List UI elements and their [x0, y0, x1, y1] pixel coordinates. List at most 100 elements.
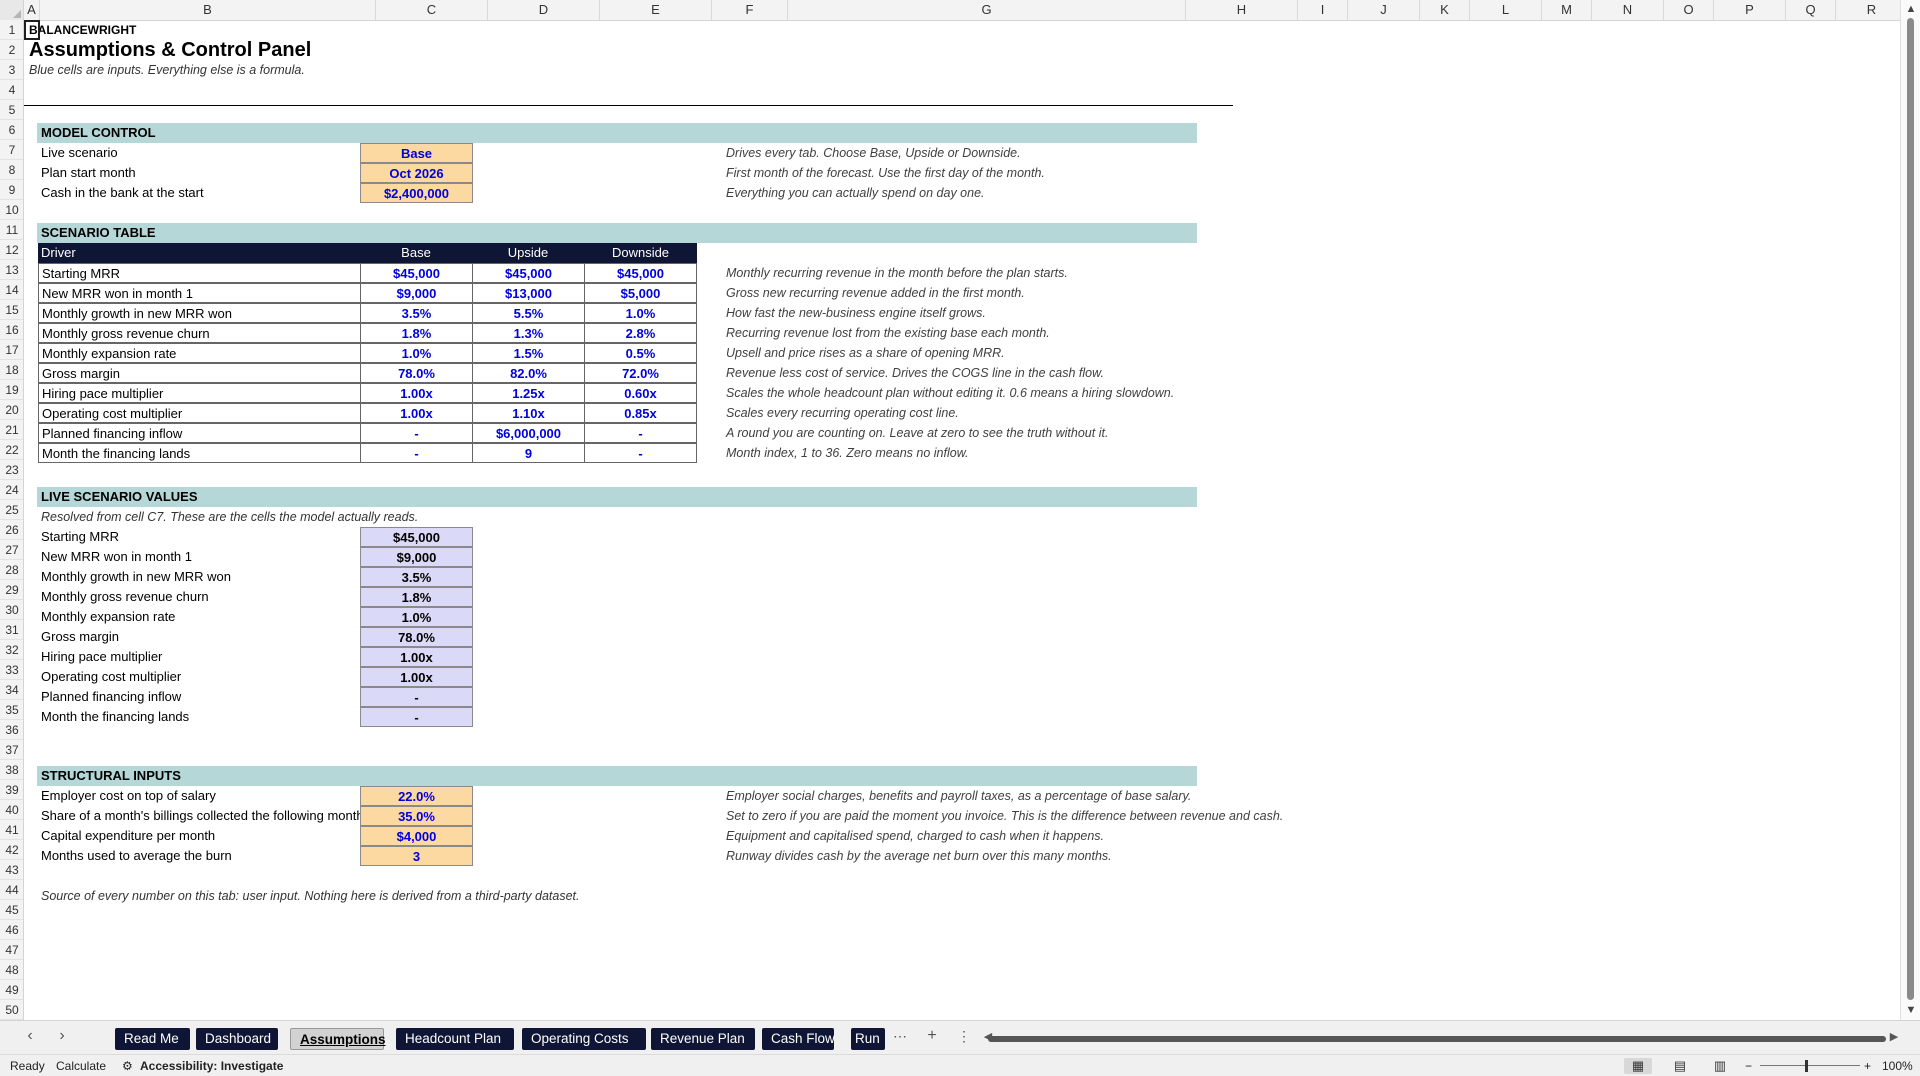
add-sheet-icon[interactable]: + [922, 1027, 942, 1045]
table-header-driver[interactable]: Driver [38, 243, 360, 263]
table-cell-downside[interactable]: 72.0% [584, 363, 697, 383]
table-row-note[interactable]: Gross new recurring revenue added in the… [724, 283, 1204, 303]
row-header[interactable]: 20 [0, 400, 23, 420]
structural-label[interactable]: Capital expenditure per month [38, 826, 360, 846]
row-header[interactable]: 33 [0, 660, 23, 680]
live-value[interactable]: 1.00x [360, 647, 473, 667]
tab-prev-icon[interactable]: ‹ [20, 1027, 40, 1045]
table-row-driver[interactable]: Hiring pace multiplier [38, 383, 361, 403]
column-header[interactable]: F [712, 0, 788, 20]
table-row-note[interactable]: A round you are counting on. Leave at ze… [724, 423, 1204, 443]
table-cell-upside[interactable]: 1.3% [472, 323, 585, 343]
column-header[interactable]: I [1298, 0, 1348, 20]
structural-label[interactable]: Employer cost on top of salary [38, 786, 360, 806]
tab-assumptions[interactable]: Assumptions [290, 1028, 386, 1050]
hscroll-right-icon[interactable]: ▶ [1884, 1030, 1904, 1043]
row-header[interactable]: 19 [0, 380, 23, 400]
live-value-label[interactable]: Month the financing lands [38, 707, 358, 727]
column-header[interactable]: M [1542, 0, 1592, 20]
column-header[interactable]: B [40, 0, 376, 20]
table-cell-upside[interactable]: 9 [472, 443, 585, 463]
structural-input[interactable]: 3 [360, 846, 473, 866]
row-header[interactable]: 12 [0, 240, 23, 260]
column-header[interactable]: D [488, 0, 600, 20]
table-row-note[interactable]: Scales every recurring operating cost li… [724, 403, 1204, 423]
row-header[interactable]: 23 [0, 460, 23, 480]
table-row-driver[interactable]: Monthly expansion rate [38, 343, 361, 363]
row-header[interactable]: 17 [0, 340, 23, 360]
structural-input[interactable]: $4,000 [360, 826, 473, 846]
table-row-note[interactable]: Upsell and price rises as a share of ope… [724, 343, 1204, 363]
row-header[interactable]: 36 [0, 720, 23, 740]
table-row-driver[interactable]: Gross margin [38, 363, 361, 383]
table-cell-upside[interactable]: 82.0% [472, 363, 585, 383]
structural-note[interactable]: Employer social charges, benefits and pa… [724, 786, 1324, 806]
sheet-grid[interactable]: BALANCEWRIGHT Assumptions & Control Pane… [24, 20, 1900, 1020]
table-cell-base[interactable]: 1.0% [360, 343, 473, 363]
table-row-driver[interactable]: Monthly gross revenue churn [38, 323, 361, 343]
page-subtitle[interactable]: Blue cells are inputs. Everything else i… [26, 60, 526, 80]
table-cell-base[interactable]: - [360, 423, 473, 443]
column-header[interactable]: A [24, 0, 40, 20]
row-header[interactable]: 46 [0, 920, 23, 940]
structural-input[interactable]: 22.0% [360, 786, 473, 806]
table-cell-downside[interactable]: - [584, 423, 697, 443]
table-cell-base[interactable]: - [360, 443, 473, 463]
zoom-out-icon[interactable]: − [1745, 1058, 1752, 1074]
live-value[interactable]: 1.00x [360, 667, 473, 687]
section-title-structural[interactable]: STRUCTURAL INPUTS [38, 766, 338, 786]
row-header[interactable]: 22 [0, 440, 23, 460]
column-header[interactable]: E [600, 0, 712, 20]
section-title-model-control[interactable]: MODEL CONTROL [38, 123, 338, 143]
table-cell-upside[interactable]: 5.5% [472, 303, 585, 323]
table-cell-downside[interactable]: $5,000 [584, 283, 697, 303]
structural-note[interactable]: Runway divides cash by the average net b… [724, 846, 1324, 866]
structural-note[interactable]: Equipment and capitalised spend, charged… [724, 826, 1324, 846]
live-value-label[interactable]: Planned financing inflow [38, 687, 358, 707]
live-value[interactable]: 3.5% [360, 567, 473, 587]
tab-run[interactable]: Run [851, 1028, 885, 1050]
row-header[interactable]: 10 [0, 200, 23, 220]
control-label[interactable]: Cash in the bank at the start [38, 183, 358, 203]
table-row-note[interactable]: Revenue less cost of service. Drives the… [724, 363, 1204, 383]
column-header[interactable]: H [1186, 0, 1298, 20]
live-value[interactable]: 78.0% [360, 627, 473, 647]
source-note[interactable]: Source of every number on this tab: user… [38, 886, 838, 906]
row-header[interactable]: 47 [0, 940, 23, 960]
table-cell-base[interactable]: $9,000 [360, 283, 473, 303]
row-header[interactable]: 48 [0, 960, 23, 980]
table-cell-base[interactable]: $45,000 [360, 263, 473, 283]
row-header[interactable]: 8 [0, 160, 23, 180]
accessibility-status[interactable]: Accessibility: Investigate [140, 1058, 283, 1074]
column-header[interactable]: R [1836, 0, 1908, 20]
tab-dashboard[interactable]: Dashboard [196, 1028, 278, 1050]
row-header[interactable]: 27 [0, 540, 23, 560]
row-header[interactable]: 42 [0, 840, 23, 860]
row-header[interactable]: 45 [0, 900, 23, 920]
table-row-driver[interactable]: Monthly growth in new MRR won [38, 303, 361, 323]
table-header-downside[interactable]: Downside [584, 243, 697, 263]
row-header[interactable]: 2 [0, 40, 23, 60]
control-note[interactable]: Drives every tab. Choose Base, Upside or… [724, 143, 1204, 163]
vertical-scrollbar[interactable]: ▲ ▼ [1900, 0, 1920, 1020]
table-cell-upside[interactable]: $6,000,000 [472, 423, 585, 443]
control-note[interactable]: Everything you can actually spend on day… [724, 183, 1204, 203]
row-header[interactable]: 29 [0, 580, 23, 600]
table-cell-upside[interactable]: $13,000 [472, 283, 585, 303]
live-values-note[interactable]: Resolved from cell C7. These are the cel… [38, 507, 638, 527]
row-header[interactable]: 26 [0, 520, 23, 540]
column-header[interactable]: L [1470, 0, 1542, 20]
control-label[interactable]: Live scenario [38, 143, 358, 163]
table-row-note[interactable]: Recurring revenue lost from the existing… [724, 323, 1204, 343]
horizontal-scroll-thumb[interactable] [988, 1036, 1886, 1042]
row-header[interactable]: 14 [0, 280, 23, 300]
table-header-base[interactable]: Base [360, 243, 472, 263]
row-header[interactable]: 7 [0, 140, 23, 160]
table-cell-base[interactable]: 78.0% [360, 363, 473, 383]
section-title-live-values[interactable]: LIVE SCENARIO VALUES [38, 487, 338, 507]
row-header[interactable]: 34 [0, 680, 23, 700]
tab-operating-costs[interactable]: Operating Costs [522, 1028, 646, 1050]
live-value[interactable]: $9,000 [360, 547, 473, 567]
row-header[interactable]: 4 [0, 80, 23, 100]
table-cell-downside[interactable]: $45,000 [584, 263, 697, 283]
